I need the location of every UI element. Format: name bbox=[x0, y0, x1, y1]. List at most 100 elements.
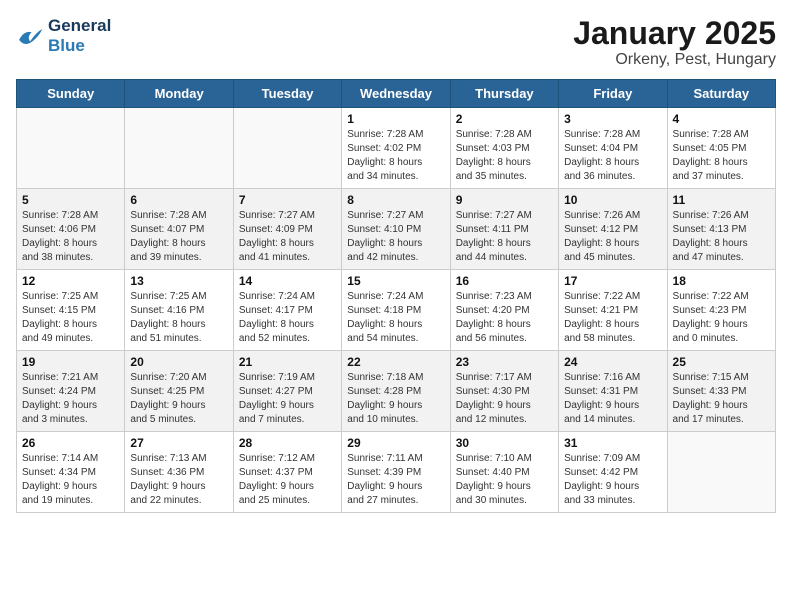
day-number: 15 bbox=[347, 274, 444, 288]
day-info-line: Daylight: 9 hours bbox=[564, 399, 661, 413]
day-info-line: and 58 minutes. bbox=[564, 332, 661, 346]
day-info-line: Sunset: 4:33 PM bbox=[673, 385, 770, 399]
day-info-line: Sunset: 4:03 PM bbox=[456, 142, 553, 156]
day-info: Sunrise: 7:28 AMSunset: 4:07 PMDaylight:… bbox=[130, 209, 227, 265]
day-info: Sunrise: 7:24 AMSunset: 4:18 PMDaylight:… bbox=[347, 290, 444, 346]
weekday-header-row: SundayMondayTuesdayWednesdayThursdayFrid… bbox=[17, 80, 776, 108]
day-info: Sunrise: 7:09 AMSunset: 4:42 PMDaylight:… bbox=[564, 452, 661, 508]
day-info-line: Sunset: 4:18 PM bbox=[347, 304, 444, 318]
day-info-line: Sunrise: 7:16 AM bbox=[564, 371, 661, 385]
day-number: 3 bbox=[564, 112, 661, 126]
calendar-cell: 23 Sunrise: 7:17 AMSunset: 4:30 PMDayligh… bbox=[450, 351, 558, 432]
day-info-line: and 17 minutes. bbox=[673, 413, 770, 427]
day-number: 22 bbox=[347, 355, 444, 369]
day-info-line: Sunrise: 7:27 AM bbox=[347, 209, 444, 223]
day-info-line: Sunrise: 7:09 AM bbox=[564, 452, 661, 466]
logo-icon bbox=[16, 24, 44, 48]
day-info-line: Sunset: 4:04 PM bbox=[564, 142, 661, 156]
week-row-3: 12Sunrise: 7:25 AMSunset: 4:15 PMDayligh… bbox=[17, 270, 776, 351]
day-info-line: Daylight: 8 hours bbox=[347, 237, 444, 251]
day-number: 8 bbox=[347, 193, 444, 207]
day-info: Sunrise: 7:17 AMSunset: 4:30 PMDaylight:… bbox=[456, 371, 553, 427]
day-info: Sunrise: 7:27 AMSunset: 4:10 PMDaylight:… bbox=[347, 209, 444, 265]
day-info-line: Daylight: 8 hours bbox=[347, 156, 444, 170]
calendar-cell: 20Sunrise: 7:20 AMSunset: 4:25 PMDayligh… bbox=[125, 351, 233, 432]
day-info-line: and 41 minutes. bbox=[239, 251, 336, 265]
day-info-line: and 0 minutes. bbox=[673, 332, 770, 346]
day-info-line: Sunrise: 7:24 AM bbox=[347, 290, 444, 304]
calendar-cell: 27Sunrise: 7:13 AMSunset: 4:36 PMDayligh… bbox=[125, 432, 233, 513]
day-info-line: Sunrise: 7:21 AM bbox=[22, 371, 119, 385]
day-info-line: and 56 minutes. bbox=[456, 332, 553, 346]
weekday-header-friday: Friday bbox=[559, 80, 667, 108]
day-number: 11 bbox=[673, 193, 770, 207]
day-info-line: Daylight: 9 hours bbox=[673, 399, 770, 413]
week-row-5: 26Sunrise: 7:14 AMSunset: 4:34 PMDayligh… bbox=[17, 432, 776, 513]
day-number: 23 bbox=[456, 355, 553, 369]
day-info-line: Sunset: 4:37 PM bbox=[239, 466, 336, 480]
day-info: Sunrise: 7:19 AMSunset: 4:27 PMDaylight:… bbox=[239, 371, 336, 427]
calendar-cell: 9Sunrise: 7:27 AMSunset: 4:11 PMDaylight… bbox=[450, 189, 558, 270]
day-info-line: Daylight: 8 hours bbox=[564, 156, 661, 170]
day-number: 14 bbox=[239, 274, 336, 288]
calendar-cell: 28Sunrise: 7:12 AMSunset: 4:37 PMDayligh… bbox=[233, 432, 341, 513]
calendar-cell: 2Sunrise: 7:28 AMSunset: 4:03 PMDaylight… bbox=[450, 108, 558, 189]
day-info-line: Sunrise: 7:10 AM bbox=[456, 452, 553, 466]
logo: General Blue bbox=[16, 16, 111, 55]
day-info-line: Daylight: 9 hours bbox=[130, 480, 227, 494]
day-info-line: Daylight: 8 hours bbox=[239, 237, 336, 251]
day-info-line: Daylight: 9 hours bbox=[673, 318, 770, 332]
day-info-line: Sunrise: 7:28 AM bbox=[347, 128, 444, 142]
day-info-line: Sunset: 4:27 PM bbox=[239, 385, 336, 399]
calendar-subtitle: Orkeny, Pest, Hungary bbox=[573, 51, 776, 69]
day-info-line: Sunrise: 7:11 AM bbox=[347, 452, 444, 466]
day-info-line: Sunrise: 7:28 AM bbox=[22, 209, 119, 223]
day-info-line: and 47 minutes. bbox=[673, 251, 770, 265]
calendar-cell: 1Sunrise: 7:28 AMSunset: 4:02 PMDaylight… bbox=[342, 108, 450, 189]
calendar-cell: 24Sunrise: 7:16 AMSunset: 4:31 PMDayligh… bbox=[559, 351, 667, 432]
day-info-line: and 37 minutes. bbox=[673, 170, 770, 184]
day-info-line: and 49 minutes. bbox=[22, 332, 119, 346]
calendar-cell: 4Sunrise: 7:28 AMSunset: 4:05 PMDaylight… bbox=[667, 108, 775, 189]
day-info-line: Sunrise: 7:20 AM bbox=[130, 371, 227, 385]
day-info-line: Daylight: 9 hours bbox=[130, 399, 227, 413]
day-number: 10 bbox=[564, 193, 661, 207]
header: General Blue January 2025 Orkeny, Pest, … bbox=[16, 16, 776, 69]
day-number: 25 bbox=[673, 355, 770, 369]
day-number: 6 bbox=[130, 193, 227, 207]
day-info-line: Daylight: 9 hours bbox=[564, 480, 661, 494]
day-number: 28 bbox=[239, 436, 336, 450]
day-info-line: Daylight: 9 hours bbox=[456, 399, 553, 413]
day-number: 27 bbox=[130, 436, 227, 450]
day-info-line: Sunset: 4:06 PM bbox=[22, 223, 119, 237]
day-info-line: Sunrise: 7:28 AM bbox=[673, 128, 770, 142]
day-info-line: and 34 minutes. bbox=[347, 170, 444, 184]
calendar-cell bbox=[125, 108, 233, 189]
day-number: 21 bbox=[239, 355, 336, 369]
day-info-line: Sunrise: 7:26 AM bbox=[673, 209, 770, 223]
day-info-line: Daylight: 8 hours bbox=[456, 237, 553, 251]
day-info: Sunrise: 7:16 AMSunset: 4:31 PMDaylight:… bbox=[564, 371, 661, 427]
day-info-line: and 35 minutes. bbox=[456, 170, 553, 184]
day-info-line: Sunrise: 7:27 AM bbox=[456, 209, 553, 223]
day-info-line: and 3 minutes. bbox=[22, 413, 119, 427]
day-info-line: Sunset: 4:16 PM bbox=[130, 304, 227, 318]
day-info-line: Sunrise: 7:18 AM bbox=[347, 371, 444, 385]
day-info-line: Daylight: 9 hours bbox=[456, 480, 553, 494]
day-info: Sunrise: 7:10 AMSunset: 4:40 PMDaylight:… bbox=[456, 452, 553, 508]
day-info-line: and 10 minutes. bbox=[347, 413, 444, 427]
day-info-line: and 54 minutes. bbox=[347, 332, 444, 346]
day-info-line: Sunset: 4:42 PM bbox=[564, 466, 661, 480]
day-info-line: and 22 minutes. bbox=[130, 494, 227, 508]
day-info-line: Sunrise: 7:22 AM bbox=[564, 290, 661, 304]
day-info-line: and 5 minutes. bbox=[130, 413, 227, 427]
day-info-line: Daylight: 9 hours bbox=[239, 480, 336, 494]
day-info-line: Daylight: 8 hours bbox=[239, 318, 336, 332]
day-info: Sunrise: 7:20 AMSunset: 4:25 PMDaylight:… bbox=[130, 371, 227, 427]
calendar-title: January 2025 bbox=[573, 16, 776, 51]
day-info-line: Sunrise: 7:13 AM bbox=[130, 452, 227, 466]
day-info-line: Sunset: 4:34 PM bbox=[22, 466, 119, 480]
day-info-line: Daylight: 8 hours bbox=[130, 318, 227, 332]
day-info-line: Daylight: 8 hours bbox=[564, 318, 661, 332]
calendar-cell: 5Sunrise: 7:28 AMSunset: 4:06 PMDaylight… bbox=[17, 189, 125, 270]
